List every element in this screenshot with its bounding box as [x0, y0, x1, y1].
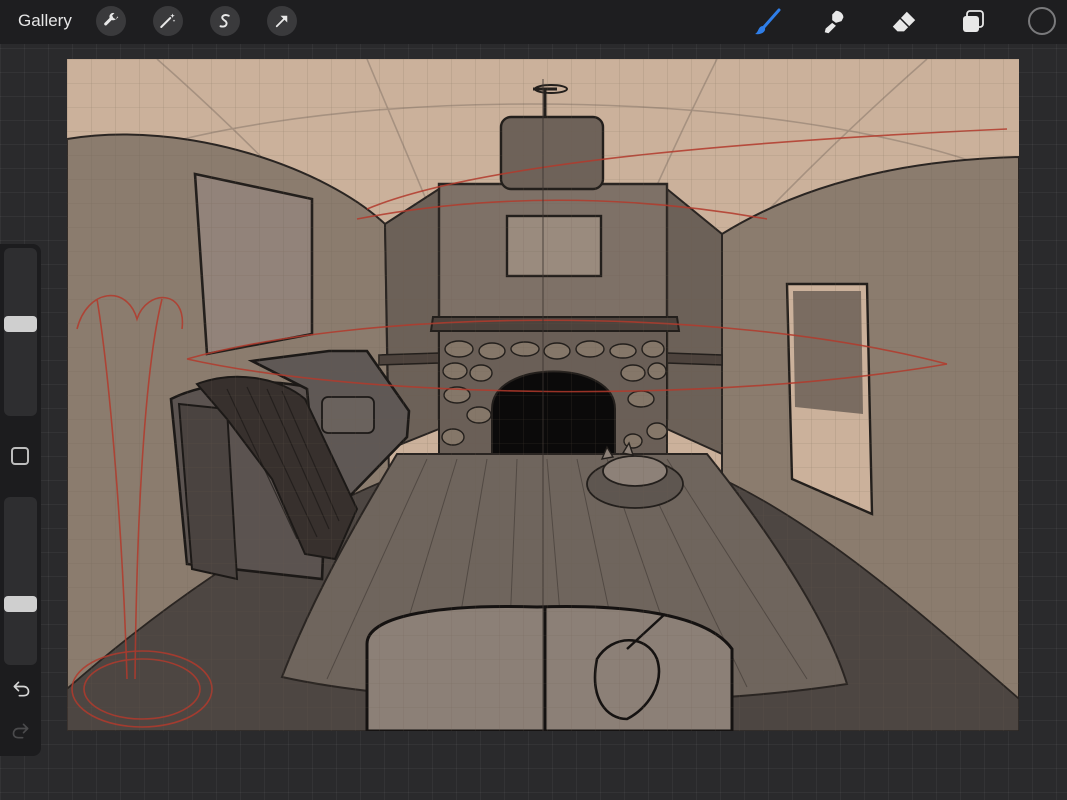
actions-button[interactable]: [96, 6, 126, 36]
eraser-tool-button[interactable]: [887, 5, 921, 39]
brush-size-thumb[interactable]: [4, 316, 37, 333]
layers-button[interactable]: [956, 5, 990, 39]
color-swatch[interactable]: [1028, 7, 1056, 35]
selection-s-icon: [219, 14, 230, 28]
smudge-tool-button[interactable]: [818, 5, 852, 39]
brush-icon: [755, 8, 781, 35]
undo-icon: [13, 681, 30, 697]
drawing-canvas[interactable]: [67, 59, 1019, 731]
brush-size-slider[interactable]: [4, 248, 37, 416]
sidebar: [0, 244, 41, 756]
opacity-thumb[interactable]: [4, 595, 37, 612]
eraser-icon: [892, 11, 916, 32]
modifier-button[interactable]: [11, 447, 29, 465]
top-toolbar: Gallery: [0, 0, 1067, 44]
artwork: [67, 59, 1019, 731]
wrench-icon: [104, 12, 119, 26]
undo-button[interactable]: [10, 678, 32, 700]
magic-wand-icon: [160, 13, 176, 28]
redo-button[interactable]: [10, 720, 32, 742]
opacity-slider[interactable]: [4, 497, 37, 665]
brush-tool-button[interactable]: [750, 5, 784, 39]
selection-button[interactable]: [210, 6, 240, 36]
transform-arrow-icon: [275, 15, 288, 28]
layers-icon: [963, 10, 984, 32]
redo-icon: [12, 723, 29, 739]
gallery-button[interactable]: Gallery: [18, 11, 72, 31]
transform-button[interactable]: [267, 6, 297, 36]
smudge-icon: [824, 10, 844, 34]
adjustments-button[interactable]: [153, 6, 183, 36]
